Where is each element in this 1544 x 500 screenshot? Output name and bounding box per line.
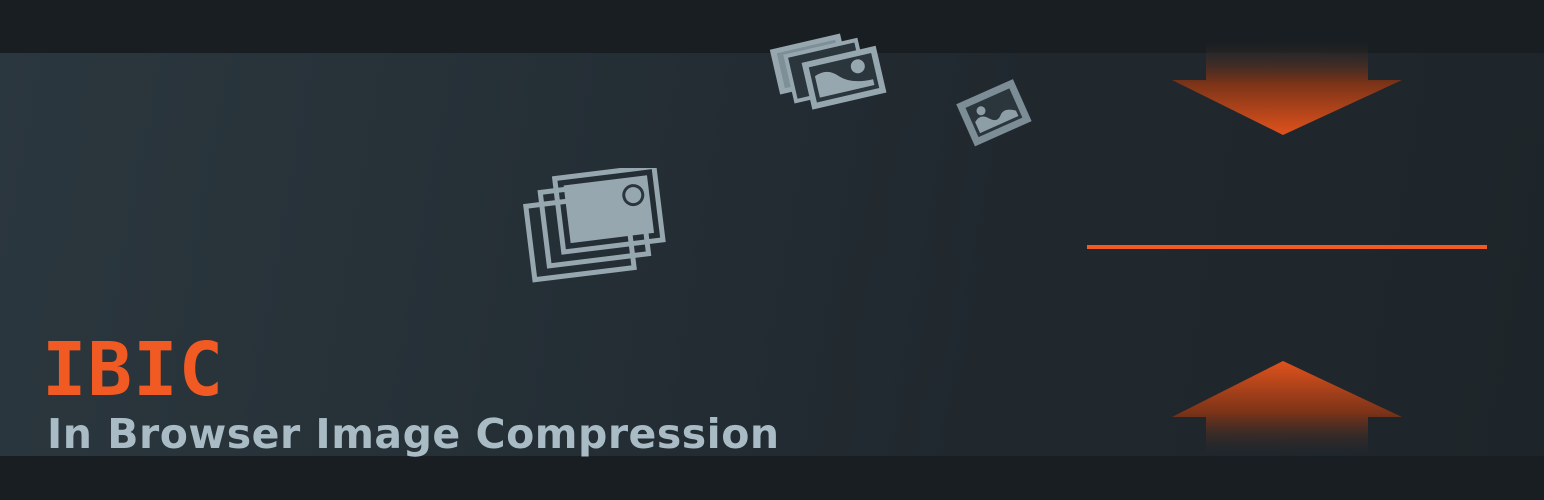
image-icon xyxy=(953,76,1043,148)
image-stack-icon xyxy=(515,168,675,288)
banner-subtitle: In Browser Image Compression xyxy=(47,410,780,458)
plugin-banner: IBIC In Browser Image Compression xyxy=(0,0,1544,500)
arrow-down-icon xyxy=(1172,40,1402,135)
banner-title: IBIC xyxy=(42,327,225,413)
compression-line xyxy=(1087,245,1487,249)
compression-graphic xyxy=(1080,0,1500,500)
arrow-up-icon xyxy=(1172,361,1402,456)
image-stack-icon-small xyxy=(768,22,898,118)
